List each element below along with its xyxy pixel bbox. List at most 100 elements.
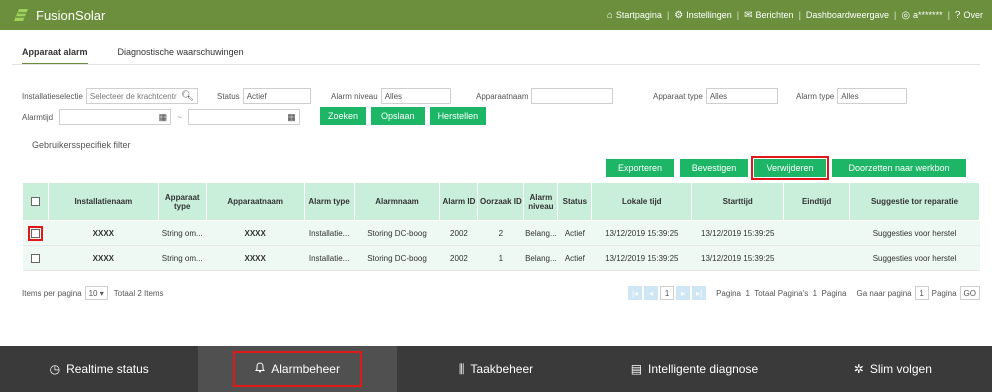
alarmtijd-end-input[interactable]: ▦ (187, 109, 300, 125)
repair-suggestion-link[interactable]: Suggesties voor herstel (849, 245, 980, 271)
row-checkbox[interactable] (27, 225, 43, 241)
filter-label: Alarm niveau (331, 91, 378, 101)
prev-page-icon[interactable]: ◂ (644, 286, 659, 300)
table-cell: Belang... (523, 220, 558, 246)
logo-icon (12, 7, 30, 23)
alarm-niveau-select[interactable]: Alles (380, 88, 451, 104)
table-cell: 1 (477, 245, 524, 271)
user-specific-filter-link[interactable]: Gebruikersspecifiek filter (32, 140, 131, 150)
column-header[interactable]: Apparaatnaam (205, 182, 305, 221)
bottom-nav-label: Slim volgen (869, 362, 932, 376)
settings-icon: ✲ (853, 362, 864, 376)
next-page-icon[interactable]: ▸ (676, 286, 691, 300)
table-cell: Belang... (523, 245, 558, 271)
plant-select-input[interactable]: Selecteer de krachtcentr 🔍︎ (85, 88, 198, 104)
goto-page-label: Ga naar pagina (856, 288, 912, 298)
filter-alarmtijd: Alarmtijd ▦ ~ ▦ (22, 109, 300, 125)
items-per-page-select[interactable]: 10 ▾ (84, 286, 108, 300)
repair-suggestion-link[interactable]: Suggesties voor herstel (849, 220, 980, 246)
status-select[interactable]: Actief (242, 88, 311, 104)
bottom-nav-intelligente-diagnose[interactable]: ▤ Intelligente diagnose (595, 346, 793, 392)
bottom-nav: ◷ Realtime status Alarmbeheer ⫼ Taakbehe… (0, 346, 992, 392)
table-header-row: Installatienaam Apparaat type Apparaatna… (22, 182, 980, 221)
nav-label: a******* (913, 10, 943, 20)
column-header[interactable]: Alarm type (303, 182, 355, 221)
nav-user[interactable]: ◎ a******* (896, 10, 947, 21)
row-checkbox[interactable] (30, 253, 40, 263)
table-cell: XXXX (48, 220, 159, 246)
tab-diagnostische-waarschuwingen[interactable]: Diagnostische waarschuwingen (118, 47, 244, 65)
search-button[interactable]: Zoeken (320, 107, 367, 125)
total-items: Totaal 2 Items (113, 288, 164, 298)
apparaat-type-select[interactable]: Alles (705, 88, 778, 104)
page-summary: Pagina 1 Totaal Pagina's 1 Pagina (716, 288, 847, 298)
go-button[interactable]: GO (959, 286, 980, 300)
column-header[interactable]: Eindtijd (783, 182, 851, 221)
current-page[interactable]: 1 (660, 286, 675, 300)
alarmtijd-start-input[interactable]: ▦ (59, 109, 172, 125)
task-icon: ⫼ (458, 361, 465, 376)
column-header[interactable]: Oorzaak ID (477, 182, 525, 221)
column-header[interactable]: Starttijd (691, 182, 785, 221)
table-cell: Actief (557, 220, 592, 246)
bottom-nav-slim-volgen[interactable]: ✲ Slim volgen (794, 346, 992, 392)
logo: FusionSolar (0, 7, 105, 23)
column-header[interactable]: Alarmnaam (353, 182, 441, 221)
nav-label: Startpagina (615, 10, 662, 20)
app-title: FusionSolar (36, 7, 106, 23)
table-cell: 2002 (439, 245, 478, 271)
gear-icon: ⚙ (674, 9, 684, 21)
delete-button[interactable]: Verwijderen (751, 156, 829, 180)
tab-apparaat-alarm[interactable]: Apparaat alarm (22, 47, 88, 65)
table-cell: 2 (477, 220, 524, 246)
mail-icon: ✉ (744, 9, 753, 21)
table-cell: Installatie... (304, 220, 355, 246)
column-header[interactable]: Status (557, 182, 593, 221)
column-header[interactable]: Alarm niveau (523, 182, 559, 221)
confirm-button[interactable]: Bevestigen (680, 159, 748, 177)
table-cell (783, 220, 850, 246)
bottom-nav-alarmbeheer[interactable]: Alarmbeheer (198, 346, 397, 392)
table-cell: Storing DC-boog (354, 245, 440, 271)
top-bar: FusionSolar ⌂ Startpagina | ⚙ Instellingen… (0, 0, 992, 30)
date-range-separator: ~ (177, 112, 182, 122)
table-cell: Actief (557, 245, 592, 271)
first-page-icon[interactable]: |◂ (628, 286, 643, 300)
nav-over[interactable]: ? Over (950, 10, 988, 21)
goto-page-input[interactable]: 1 (914, 286, 929, 300)
apparaatnaam-input[interactable] (531, 88, 614, 104)
bottom-nav-label: Intelligente diagnose (648, 362, 759, 376)
bottom-nav-taakbeheer[interactable]: ⫼ Taakbeheer (397, 346, 595, 392)
plant-select-placeholder: Selecteer de krachtcentr (89, 91, 177, 101)
reset-button[interactable]: Herstellen (429, 107, 487, 125)
column-header[interactable]: Installatienaam (47, 182, 159, 221)
table-row[interactable]: XXXX String om... XXXX Installatie... St… (22, 245, 980, 271)
chevron-down-icon: ▾ (99, 288, 104, 298)
alarm-type-select[interactable]: Alles (837, 88, 908, 104)
save-button[interactable]: Opslaan (371, 107, 425, 125)
nav-berichten[interactable]: ✉ Berichten (739, 10, 798, 21)
search-icon[interactable]: 🔍︎ (181, 91, 194, 102)
table-cell: 13/12/2019 15:39:25 (691, 220, 784, 246)
last-page-icon[interactable]: ▸| (692, 286, 707, 300)
select-all-cell (22, 182, 49, 221)
column-header[interactable]: Lokale tijd (591, 182, 693, 221)
table-cell: XXXX (48, 245, 159, 271)
nav-startpagina[interactable]: ⌂ Startpagina (602, 10, 667, 21)
table-cell (783, 245, 850, 271)
alarm-niveau-value: Alles (384, 91, 403, 101)
nav-label: Berichten (755, 10, 794, 20)
forward-to-workorder-button[interactable]: Doorzetten naar werkbon (832, 159, 966, 177)
export-button[interactable]: Exporteren (606, 159, 674, 177)
calendar-icon[interactable]: ▦ (287, 112, 296, 123)
column-header[interactable]: Alarm ID (439, 182, 479, 221)
nav-instellingen[interactable]: ⚙ Instellingen (669, 10, 737, 21)
calendar-icon[interactable]: ▦ (159, 112, 168, 123)
nav-dashboardweergave[interactable]: Dashboardweergave (801, 10, 894, 20)
select-all-checkbox[interactable] (30, 197, 40, 207)
column-header[interactable]: Suggestie tor reparatie (849, 182, 980, 221)
nav-label: Instellingen (686, 10, 732, 20)
column-header[interactable]: Apparaat type (157, 182, 207, 221)
bottom-nav-realtime-status[interactable]: ◷ Realtime status (0, 346, 198, 392)
table-row[interactable]: XXXX String om... XXXX Installatie... St… (22, 220, 980, 246)
